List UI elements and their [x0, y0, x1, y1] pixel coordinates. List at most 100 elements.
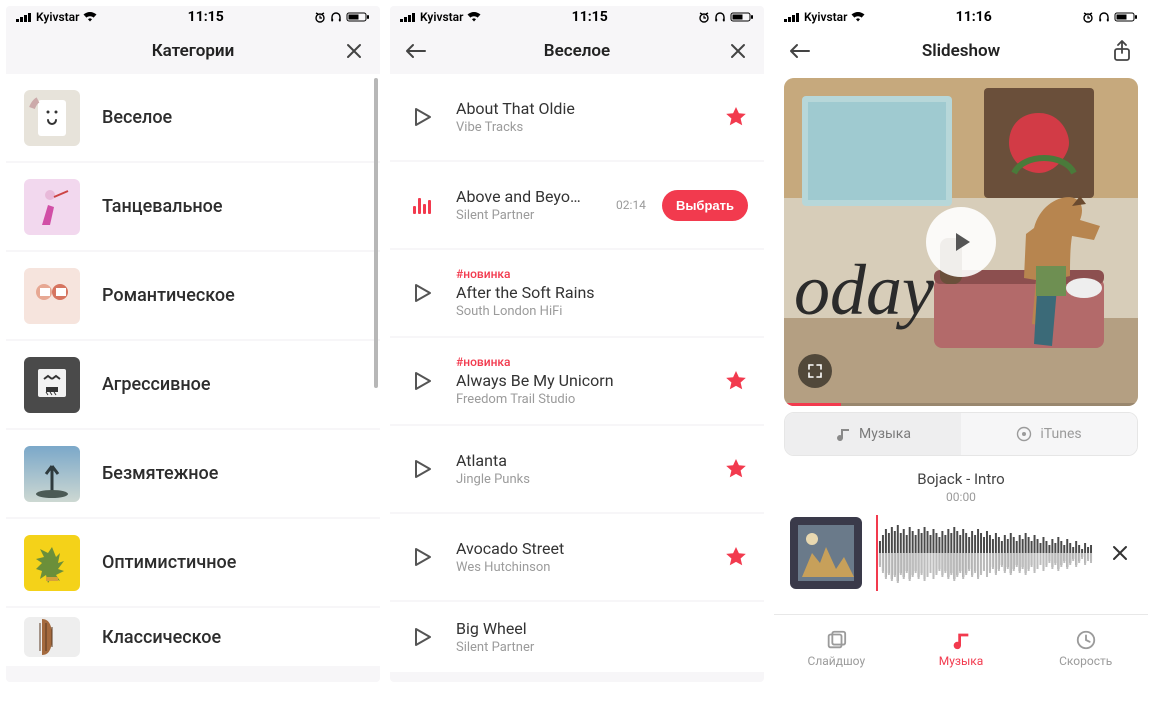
- category-thumb: [24, 179, 80, 235]
- track-row[interactable]: Avocado Street Wes Hutchinson: [390, 514, 764, 600]
- category-item[interactable]: Оптимистичное: [6, 519, 380, 606]
- category-label: Романтическое: [102, 285, 235, 306]
- tab-slideshow[interactable]: Слайдшоу: [774, 615, 899, 682]
- tab-label: iTunes: [1040, 426, 1081, 442]
- new-tag: #новинка: [456, 267, 748, 281]
- track-row[interactable]: Big Wheel Silent Partner: [390, 602, 764, 672]
- battery-icon: [346, 11, 370, 23]
- play-button[interactable]: [394, 106, 450, 128]
- track-artist: Freedom Trail Studio: [456, 392, 718, 407]
- category-item[interactable]: Агрессивное: [6, 341, 380, 428]
- status-bar: Kyivstar 11:15: [6, 6, 380, 28]
- signal-icon: [16, 12, 32, 22]
- tab-label: Музыка: [939, 654, 984, 668]
- tab-music[interactable]: Музыка: [785, 413, 961, 455]
- category-label: Агрессивное: [102, 374, 211, 395]
- track-row[interactable]: #новинка After the Soft Rains South Lond…: [390, 250, 764, 336]
- carrier-label: Kyivstar: [420, 10, 463, 24]
- category-thumb: [24, 617, 80, 657]
- arrow-left-icon: [789, 43, 811, 59]
- play-button[interactable]: [394, 458, 450, 480]
- scrollbar[interactable]: [374, 78, 378, 388]
- close-button[interactable]: [342, 39, 366, 63]
- category-item[interactable]: Веселое: [6, 74, 380, 161]
- track-row[interactable]: About That Oldie Vibe Tracks: [390, 74, 764, 160]
- track-title: Always Be My Unicorn: [456, 371, 718, 390]
- play-video-button[interactable]: [926, 207, 996, 277]
- status-time: 11:15: [97, 9, 314, 25]
- remove-audio-button[interactable]: [1108, 541, 1132, 565]
- track-row[interactable]: Above and Beyo… Silent Partner 02:14 Выб…: [390, 162, 764, 248]
- now-playing-indicator[interactable]: [394, 196, 450, 214]
- category-list[interactable]: Веселое Танцевальное Романтическое Агрес…: [6, 74, 380, 682]
- clip-thumbnail[interactable]: [790, 517, 862, 589]
- signal-icon: [400, 12, 416, 22]
- headphones-icon: [1098, 11, 1110, 23]
- waveform-cursor[interactable]: [876, 515, 878, 591]
- screen-categories: Kyivstar 11:15 Категории Веселое: [6, 6, 380, 682]
- play-icon: [411, 370, 433, 392]
- favorite-icon[interactable]: [724, 369, 748, 393]
- category-label: Оптимистичное: [102, 552, 236, 573]
- expand-button[interactable]: [798, 354, 832, 388]
- screen-slideshow: Kyivstar 11:16 Slideshow: [774, 6, 1148, 682]
- alarm-icon: [1082, 11, 1094, 23]
- page-title: Slideshow: [922, 41, 1000, 61]
- play-icon: [411, 546, 433, 568]
- music-note-icon: [950, 629, 972, 651]
- track-artist: Silent Partner: [456, 208, 610, 223]
- video-preview[interactable]: oday: [784, 78, 1138, 406]
- category-item[interactable]: Классическое: [6, 608, 380, 666]
- play-button[interactable]: [394, 626, 450, 648]
- track-artist: Wes Hutchinson: [456, 560, 718, 575]
- nav-bar: Категории: [6, 28, 380, 74]
- video-progress[interactable]: [784, 403, 1138, 406]
- waveform[interactable]: [876, 517, 1094, 589]
- category-item[interactable]: Романтическое: [6, 252, 380, 339]
- now-playing-time: 00:00: [774, 490, 1148, 504]
- category-thumb: [24, 268, 80, 324]
- category-item[interactable]: Безмятежное: [6, 430, 380, 517]
- track-row[interactable]: #новинка Always Be My Unicorn Freedom Tr…: [390, 338, 764, 424]
- tab-music-bottom[interactable]: Музыка: [899, 615, 1024, 682]
- back-button[interactable]: [404, 39, 428, 63]
- nav-bar: Веселое: [390, 28, 764, 74]
- favorite-icon[interactable]: [724, 457, 748, 481]
- share-button[interactable]: [1110, 39, 1134, 63]
- play-button[interactable]: [394, 546, 450, 568]
- category-thumb: [24, 90, 80, 146]
- play-button[interactable]: [394, 282, 450, 304]
- track-title: About That Oldie: [456, 99, 718, 118]
- favorite-icon[interactable]: [724, 545, 748, 569]
- tab-itunes[interactable]: iTunes: [961, 413, 1137, 455]
- track-time: 02:14: [616, 198, 646, 212]
- headphones-icon: [330, 11, 342, 23]
- status-time: 11:16: [865, 9, 1082, 25]
- tab-label: Скорость: [1059, 654, 1112, 668]
- close-button[interactable]: [726, 39, 750, 63]
- headphones-icon: [714, 11, 726, 23]
- select-button[interactable]: Выбрать: [662, 190, 748, 221]
- new-tag: #новинка: [456, 355, 718, 369]
- tab-speed[interactable]: Скорость: [1023, 615, 1148, 682]
- track-row[interactable]: Atlanta Jingle Punks: [390, 426, 764, 512]
- back-button[interactable]: [788, 39, 812, 63]
- favorite-icon[interactable]: [724, 105, 748, 129]
- carrier-label: Kyivstar: [804, 10, 847, 24]
- play-icon: [411, 626, 433, 648]
- play-icon: [411, 106, 433, 128]
- close-icon: [1112, 545, 1128, 561]
- track-list[interactable]: About That Oldie Vibe Tracks Above and B…: [390, 74, 764, 682]
- play-icon: [947, 228, 975, 256]
- play-button[interactable]: [394, 370, 450, 392]
- category-label: Классическое: [102, 627, 221, 648]
- track-title: Big Wheel: [456, 619, 748, 638]
- now-playing: Bojack - Intro 00:00: [774, 456, 1148, 506]
- wifi-icon: [851, 12, 865, 22]
- wifi-icon: [83, 12, 97, 22]
- tab-label: Слайдшоу: [808, 654, 866, 668]
- category-item[interactable]: Танцевальное: [6, 163, 380, 250]
- waveform-graphic: [876, 517, 1094, 589]
- carrier-label: Kyivstar: [36, 10, 79, 24]
- bottom-tabs: Слайдшоу Музыка Скорость: [774, 614, 1148, 682]
